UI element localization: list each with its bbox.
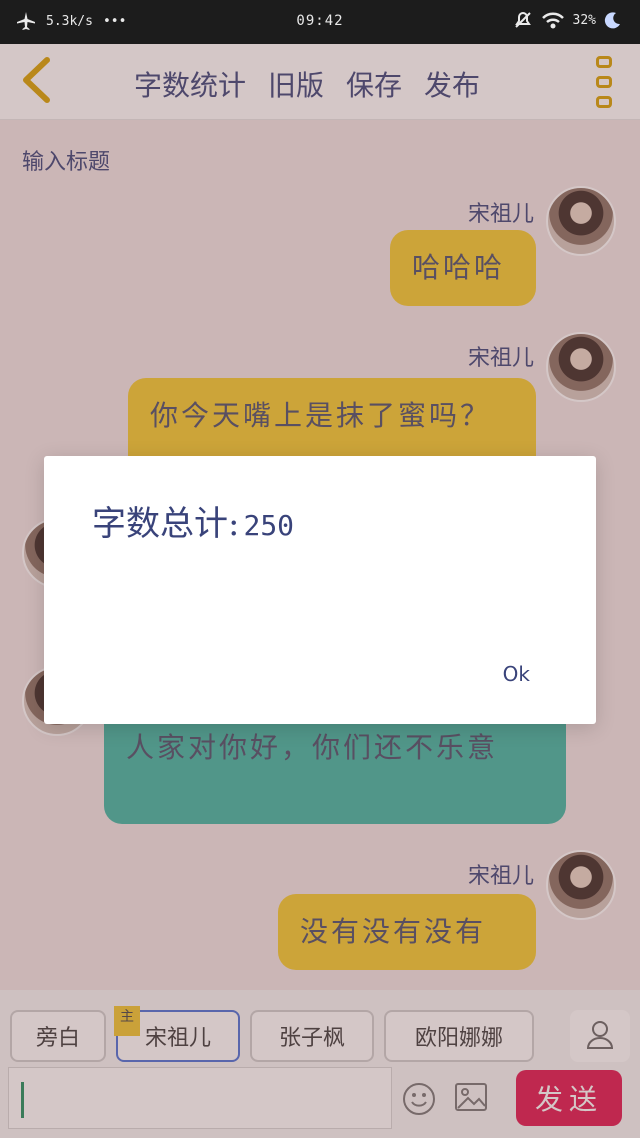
ok-button[interactable]: Ok [503, 662, 530, 686]
dialog-message: 字数总计: 250 [92, 496, 294, 545]
dialog-label: 字数总计: [92, 504, 240, 544]
status-bar: 5.3k/s ••• 09:42 32% [0, 0, 640, 44]
battery-percentage: 32% [572, 12, 596, 28]
word-count-value: 250 [243, 509, 295, 542]
word-count-dialog: 字数总计: 250 Ok [44, 456, 596, 724]
moon-icon [604, 11, 622, 29]
wifi-icon [541, 10, 565, 30]
mute-icon [513, 10, 533, 30]
